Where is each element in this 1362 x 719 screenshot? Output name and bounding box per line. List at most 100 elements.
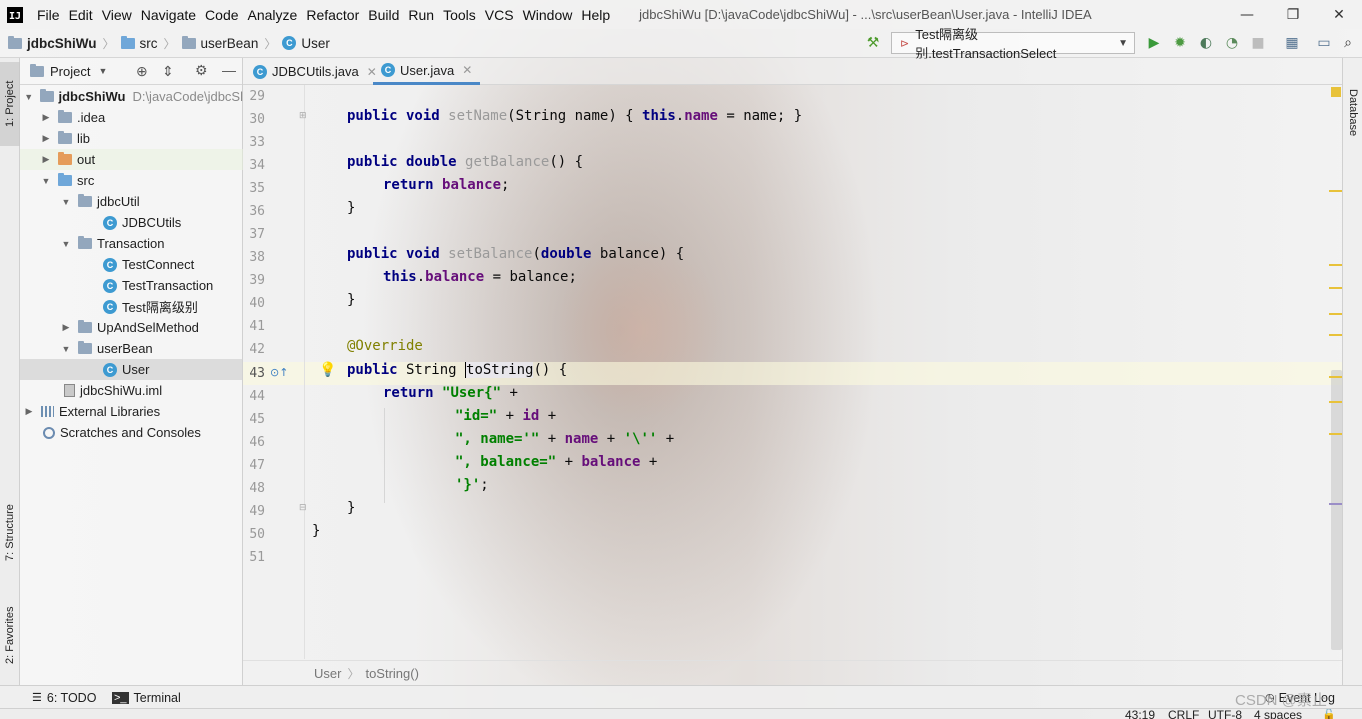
line-separator[interactable]: CRLF [1168, 709, 1199, 719]
project-structure-icon[interactable]: ▦ [1283, 34, 1301, 52]
editor-scrollbar[interactable] [1331, 370, 1342, 650]
code-line-34[interactable]: public double getBalance() { [347, 154, 583, 177]
menu-run[interactable]: Run [408, 7, 434, 23]
menu-help[interactable]: Help [581, 7, 610, 23]
error-stripe-mark[interactable] [1329, 503, 1342, 505]
code-line-46[interactable]: ", name='" + name + '\'' + [455, 431, 674, 454]
error-stripe-mark[interactable] [1329, 376, 1342, 378]
close-button[interactable]: ✕ [1316, 0, 1362, 29]
collapsed-arrow-icon[interactable]: ▶ [61, 322, 71, 333]
code-line-38[interactable]: public void setBalance(double balance) { [347, 246, 684, 269]
stop-icon[interactable]: ■ [1249, 34, 1267, 52]
expanded-arrow-icon[interactable]: ▼ [24, 92, 33, 102]
tree-item-upandselmethod[interactable]: ▶ UpAndSelMethod [20, 317, 243, 338]
menu-edit[interactable]: Edit [69, 7, 93, 23]
collapsed-arrow-icon[interactable]: ▶ [41, 112, 51, 123]
expanded-arrow-icon[interactable]: ▼ [61, 344, 71, 354]
warning-indicator-icon[interactable] [1331, 87, 1341, 97]
collapse-all-icon[interactable]: ⇕ [162, 63, 174, 80]
menu-view[interactable]: View [102, 7, 132, 23]
debug-bug-icon[interactable]: ✹ [1171, 34, 1189, 52]
hide-panel-icon[interactable]: — [222, 62, 236, 78]
menu-code[interactable]: Code [205, 7, 238, 23]
database-tool-tab[interactable]: Database [1343, 78, 1362, 148]
menu-navigate[interactable]: Navigate [141, 7, 196, 23]
tree-item-testtransaction[interactable]: C TestTransaction [20, 275, 243, 296]
tab-user[interactable]: C User.java ✕ [373, 58, 481, 85]
search-everywhere-icon[interactable]: ⌕ [1339, 34, 1357, 52]
breadcrumb-method[interactable]: toString() [365, 666, 418, 681]
menu-window[interactable]: Window [523, 7, 573, 23]
favorites-tool-tab[interactable]: 2: Favorites [0, 592, 20, 678]
tree-item-out[interactable]: ▶ out [20, 149, 243, 170]
crumb-src[interactable]: src [120, 35, 158, 51]
code-line-36[interactable]: } [347, 200, 355, 223]
code-line-47[interactable]: ", balance=" + balance + [455, 454, 657, 477]
code-line-30[interactable]: public void setName(String name) { this.… [347, 108, 802, 131]
tree-item-project-root[interactable]: ▼ jdbcShiWu D:\javaCode\jdbcSl [20, 86, 243, 107]
expanded-arrow-icon[interactable]: ▼ [41, 176, 51, 186]
code-line-42[interactable]: @Override [347, 338, 423, 361]
crumb-class[interactable]: C User [282, 36, 330, 51]
code-line-49[interactable]: } [347, 500, 355, 523]
build-hammer-icon[interactable]: ⚒ [864, 34, 882, 52]
fold-icon[interactable]: ⊞ [299, 111, 307, 121]
tree-item-idea[interactable]: ▶ .idea [20, 107, 243, 128]
lightbulb-icon[interactable]: 💡 [319, 362, 336, 378]
error-stripe-mark[interactable] [1329, 190, 1342, 192]
close-icon[interactable]: ✕ [462, 63, 472, 77]
code-line-44[interactable]: return "User{" + [383, 385, 518, 408]
gear-icon[interactable]: ⚙ [195, 62, 208, 79]
tree-item-testconnect[interactable]: C TestConnect [20, 254, 243, 275]
tree-item-src[interactable]: ▼ src [20, 170, 243, 191]
tree-item-lib[interactable]: ▶ lib [20, 128, 243, 149]
error-stripe-mark[interactable] [1329, 334, 1342, 336]
menu-analyze[interactable]: Analyze [248, 7, 298, 23]
run-configuration-select[interactable]: ⊳ Test隔离级别.testTransactionSelect ▼ [891, 27, 1135, 61]
code-line-39[interactable]: this.balance = balance; [383, 269, 577, 292]
error-stripe-mark[interactable] [1329, 313, 1342, 315]
tree-item-user[interactable]: C User [20, 359, 243, 380]
breadcrumb-class[interactable]: User [314, 666, 341, 681]
fold-icon[interactable]: ⊟ [299, 503, 307, 513]
error-stripe-mark[interactable] [1329, 401, 1342, 403]
terminal-tool-button[interactable]: >_ Terminal [112, 686, 181, 709]
todo-tool-button[interactable]: ☰ 6: TODO [32, 686, 96, 709]
presentation-icon[interactable]: ▭ [1315, 34, 1333, 52]
tree-item-transaction[interactable]: ▼ Transaction [20, 233, 243, 254]
tree-item-userbean[interactable]: ▼ userBean [20, 338, 243, 359]
caret-position[interactable]: 43:19 [1125, 709, 1155, 719]
menu-refactor[interactable]: Refactor [306, 7, 359, 23]
menu-build[interactable]: Build [368, 7, 399, 23]
error-stripe-mark[interactable] [1329, 264, 1342, 266]
override-marker-icon[interactable]: ⊙↑ [270, 366, 288, 379]
tree-item-jdbcutil[interactable]: ▼ jdbcUtil [20, 191, 243, 212]
expanded-arrow-icon[interactable]: ▼ [61, 197, 71, 207]
collapsed-arrow-icon[interactable]: ▶ [24, 406, 34, 417]
locate-target-icon[interactable]: ⊕ [136, 63, 148, 80]
minimize-button[interactable]: — [1224, 0, 1270, 29]
error-stripe-mark[interactable] [1329, 287, 1342, 289]
tree-item-iml[interactable]: jdbcShiWu.iml [20, 380, 243, 401]
error-stripe-mark[interactable] [1329, 433, 1342, 435]
coverage-icon[interactable]: ◐ [1197, 34, 1215, 52]
tab-jdbcutils[interactable]: C JDBCUtils.java ✕ [245, 58, 385, 85]
code-line-35[interactable]: return balance; [383, 177, 509, 200]
menu-file[interactable]: File [37, 7, 60, 23]
expanded-arrow-icon[interactable]: ▼ [61, 239, 71, 249]
structure-tool-tab[interactable]: 7: Structure [0, 490, 20, 576]
code-line-50[interactable]: } [312, 523, 320, 546]
tree-item-test-isolation[interactable]: C Test隔离级别 [20, 296, 243, 317]
run-icon[interactable]: ▶ [1145, 34, 1163, 52]
collapsed-arrow-icon[interactable]: ▶ [41, 154, 51, 165]
code-line-40[interactable]: } [347, 292, 355, 315]
project-view-title[interactable]: Project [50, 64, 90, 79]
code-line-43[interactable]: public String toString() { [347, 362, 567, 385]
crumb-project[interactable]: jdbcShiWu [8, 35, 97, 51]
tree-item-jdbcutils[interactable]: C JDBCUtils [20, 212, 243, 233]
profile-icon[interactable]: ◔ [1223, 34, 1241, 52]
tree-item-scratches[interactable]: Scratches and Consoles [20, 422, 243, 443]
chevron-down-icon[interactable]: ▼ [98, 66, 107, 76]
restore-button[interactable]: ❐ [1270, 0, 1316, 29]
collapsed-arrow-icon[interactable]: ▶ [41, 133, 51, 144]
